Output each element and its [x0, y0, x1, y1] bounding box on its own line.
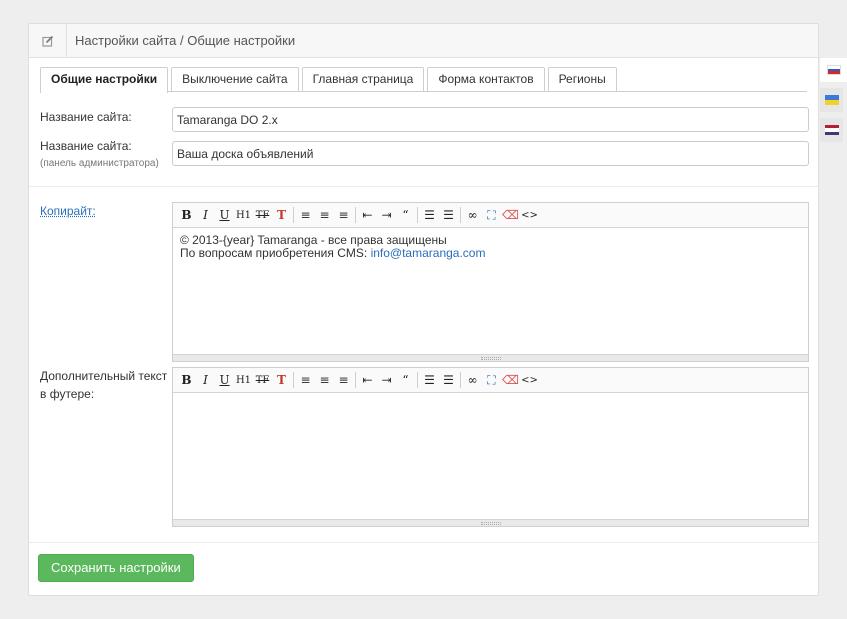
ordered-list-icon[interactable]: ☰: [420, 371, 439, 389]
copyright-editor: B I U H1 TF T ≡ ≡ ≡ ⇤ ⇥ “☰ ☰ ∞ ⛶ ⌫ <> © 2013-{year} Tama…: [172, 202, 809, 362]
panel-header: Настройки сайта / Общие настройки: [29, 23, 818, 58]
toolbar-separator: [417, 207, 418, 223]
language-option[interactable]: [820, 88, 843, 112]
toolbar-separator: [417, 372, 418, 388]
resize-grip: [480, 356, 501, 360]
site-name-input[interactable]: [172, 107, 809, 132]
footer-text-editor-resize-handle[interactable]: [173, 519, 808, 526]
toolbar-separator: [355, 372, 356, 388]
clear-format-icon[interactable]: TF: [253, 206, 272, 224]
underline-icon[interactable]: U: [215, 371, 234, 389]
tab-general[interactable]: Общие настройки: [40, 67, 169, 93]
fullscreen-icon[interactable]: ⛶: [482, 206, 501, 224]
flag-ua-icon: [824, 95, 839, 105]
flag-stripe: [824, 131, 839, 135]
language-option[interactable]: [820, 58, 847, 82]
indent-icon[interactable]: ⇥: [377, 206, 396, 224]
eraser-icon[interactable]: ⌫: [501, 206, 520, 224]
copyright-email-link[interactable]: info@tamaranga.com: [371, 246, 486, 260]
heading-icon[interactable]: H1: [234, 206, 253, 224]
toolbar-separator: [293, 372, 294, 388]
copyright-editor-body[interactable]: © 2013-{year} Tamaranga - все права защи…: [173, 228, 808, 354]
divider: [29, 542, 818, 543]
toolbar-separator: [460, 372, 461, 388]
clear-format-icon[interactable]: TF: [253, 371, 272, 389]
footer-text-label-line-2: в футере:: [40, 387, 95, 401]
ordered-list-icon[interactable]: ☰: [420, 206, 439, 224]
tab-site-off[interactable]: Выключение сайта: [171, 67, 299, 91]
flag-us-icon: [824, 125, 839, 135]
italic-icon[interactable]: I: [196, 371, 215, 389]
resize-grip: [480, 521, 501, 525]
indent-icon[interactable]: ⇥: [377, 371, 396, 389]
copyright-editor-toolbar: B I U H1 TF T ≡ ≡ ≡ ⇤ ⇥ “☰ ☰ ∞ ⛶ ⌫ <>: [173, 203, 808, 228]
copyright-line-2: По вопросам приобретения CMS: info@tamar…: [180, 247, 801, 260]
bold-icon[interactable]: B: [177, 206, 196, 224]
tab-home-page[interactable]: Главная страница: [301, 67, 425, 91]
quote-icon[interactable]: “: [396, 206, 415, 224]
heading-icon[interactable]: H1: [234, 371, 253, 389]
divider: [29, 186, 818, 187]
tab-contact-form[interactable]: Форма контактов: [427, 67, 545, 91]
link-icon[interactable]: ∞: [463, 206, 482, 224]
footer-text-editor-body[interactable]: [173, 393, 808, 519]
footer-text-editor: B I U H1 TF T ≡ ≡ ≡ ⇤ ⇥ “☰ ☰ ∞ ⛶ ⌫ <>: [172, 367, 809, 527]
bold-icon[interactable]: B: [177, 371, 196, 389]
align-center-icon[interactable]: ≡: [315, 371, 334, 389]
italic-icon[interactable]: I: [196, 206, 215, 224]
site-name-admin-label: Название сайта: (панель администратора): [40, 137, 159, 173]
toolbar-separator: [460, 207, 461, 223]
language-switcher: [820, 58, 847, 148]
outdent-icon[interactable]: ⇤: [358, 206, 377, 224]
settings-tabs: Общие настройки Выключение сайта Главная…: [40, 67, 807, 93]
site-name-admin-sublabel: (панель администратора): [40, 158, 159, 169]
link-icon[interactable]: ∞: [463, 371, 482, 389]
copyright-label[interactable]: Копирайт:: [40, 202, 96, 220]
toolbar-separator: [355, 207, 356, 223]
flag-stripe: [824, 100, 839, 105]
align-left-icon[interactable]: ≡: [296, 371, 315, 389]
align-right-icon[interactable]: ≡: [334, 371, 353, 389]
quote-icon[interactable]: “: [396, 371, 415, 389]
edit-icon: [29, 23, 67, 58]
footer-text-editor-toolbar: B I U H1 TF T ≡ ≡ ≡ ⇤ ⇥ “☰ ☰ ∞ ⛶ ⌫ <>: [173, 368, 808, 393]
copyright-line-2-text: По вопросам приобретения CMS:: [180, 246, 371, 260]
fullscreen-icon[interactable]: ⛶: [482, 371, 501, 389]
site-name-admin-label-text: Название сайта:: [40, 139, 132, 153]
footer-text-label: Дополнительный текст в футере:: [40, 367, 167, 403]
site-name-admin-input[interactable]: [172, 141, 809, 166]
outdent-icon[interactable]: ⇤: [358, 371, 377, 389]
flag-stripe: [827, 71, 840, 75]
language-option[interactable]: [820, 118, 843, 142]
toolbar-separator: [293, 207, 294, 223]
align-center-icon[interactable]: ≡: [315, 206, 334, 224]
source-code-icon[interactable]: <>: [520, 206, 539, 224]
align-right-icon[interactable]: ≡: [334, 206, 353, 224]
underline-icon[interactable]: U: [215, 206, 234, 224]
settings-panel: Настройки сайта / Общие настройки Общие …: [28, 23, 819, 596]
tab-regions[interactable]: Регионы: [547, 67, 617, 91]
page-title: Настройки сайта / Общие настройки: [75, 33, 296, 48]
text-color-icon[interactable]: T: [272, 371, 291, 389]
copyright-editor-resize-handle[interactable]: [173, 354, 808, 361]
site-name-label: Название сайта:: [40, 110, 132, 124]
save-settings-button[interactable]: Сохранить настройки: [38, 554, 194, 582]
eraser-icon[interactable]: ⌫: [501, 371, 520, 389]
unordered-list-icon[interactable]: ☰: [439, 371, 458, 389]
source-code-icon[interactable]: <>: [520, 371, 539, 389]
footer-text-label-line-1: Дополнительный текст: [40, 369, 168, 383]
unordered-list-icon[interactable]: ☰: [439, 206, 458, 224]
align-left-icon[interactable]: ≡: [296, 206, 315, 224]
text-color-icon[interactable]: T: [272, 206, 291, 224]
flag-ru-icon: [826, 65, 841, 75]
